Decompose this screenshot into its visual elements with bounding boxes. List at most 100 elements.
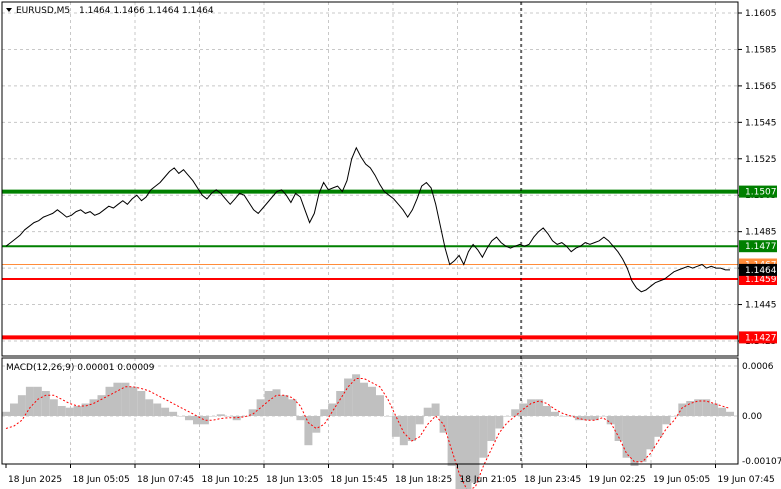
time-tick-label: 19 Jun 05:05 [653, 475, 710, 485]
macd-bar [654, 416, 663, 437]
macd-bar [368, 386, 376, 416]
macd-bar [105, 386, 114, 416]
macd-bar [487, 416, 496, 441]
macd-bar [598, 416, 607, 417]
price-tick-label: 1.1565 [745, 82, 777, 92]
macd-bar [391, 416, 400, 437]
time-tick-label: 18 Jun 07:45 [137, 475, 194, 485]
macd-bar [216, 414, 225, 416]
level-tag-1.1507: 1.1507 [745, 188, 777, 198]
macd-bar [551, 411, 559, 416]
symbol-timeframe: EURUSD,M5 [16, 6, 70, 16]
macd-bar [169, 411, 178, 416]
macd-bar [320, 409, 329, 416]
ohlc-values: 1.1464 1.1466 1.1464 1.1464 [79, 6, 214, 16]
time-tick-label: 18 Jun 15:45 [331, 475, 388, 485]
macd-bar [376, 395, 384, 416]
macd-bar [57, 406, 66, 416]
macd-bar [113, 382, 122, 416]
macd-bar [153, 403, 162, 416]
macd-bar [670, 416, 679, 417]
price-tick-label: 1.1585 [745, 45, 777, 55]
price-tick-label: 1.1445 [745, 301, 777, 311]
macd-bar [582, 416, 591, 421]
macd-bar [200, 416, 209, 425]
macd-bar [471, 416, 480, 483]
macd-bar [344, 378, 353, 416]
macd-bar [678, 403, 687, 416]
macd-bar [304, 416, 313, 446]
time-tick-label: 18 Jun 21:05 [460, 475, 517, 485]
macd-bar [137, 391, 146, 416]
macd-bar [49, 399, 58, 416]
macd-bar [161, 407, 170, 416]
macd-bar [2, 411, 10, 416]
macd-bar [503, 416, 512, 417]
macd-bar [360, 382, 368, 416]
macd-bar [17, 395, 26, 416]
macd-bar [296, 416, 305, 421]
macd-bar [288, 399, 297, 416]
macd-bar [686, 401, 695, 416]
time-tick-label: 19 Jun 02:25 [589, 475, 646, 485]
macd-title: MACD(12,26,9) 0.00001 0.00009 [6, 363, 155, 373]
macd-bar [399, 416, 408, 446]
macd-bar [423, 407, 432, 416]
macd-bar [558, 416, 567, 417]
macd-bar [431, 403, 440, 416]
macd-bar [129, 386, 138, 416]
macd-bar [439, 416, 448, 433]
level-tag-1.1427: 1.1427 [745, 333, 777, 343]
macd-bar [543, 406, 551, 416]
macd-tick-label: 0.0006 [742, 362, 774, 372]
price-tick-label: 1.1525 [745, 155, 777, 165]
macd-bar [718, 407, 727, 416]
macd-bar [224, 416, 233, 417]
macd-tick-label: 0.00 [742, 412, 762, 422]
macd-bar [33, 386, 42, 416]
level-tag-1.1477: 1.1477 [745, 242, 777, 252]
macd-bar [240, 416, 249, 417]
macd-bar [694, 399, 703, 416]
time-tick-label: 19 Jun 07:45 [718, 475, 775, 485]
time-tick-label: 18 Jun 18:25 [395, 475, 452, 485]
macd-bar [479, 416, 488, 458]
macd-bar [185, 416, 193, 421]
macd-bar [208, 416, 217, 417]
macd-bar [65, 407, 74, 416]
macd-bar [312, 416, 321, 433]
macd-bar [352, 374, 361, 416]
macd-bar [646, 416, 655, 450]
price-tick-label: 1.1545 [745, 118, 777, 128]
macd-bar [638, 416, 647, 462]
macd-bar [407, 416, 416, 441]
price-tick-label: 1.1605 [745, 9, 777, 19]
level-tag-1.1459: 1.1459 [745, 275, 777, 285]
macd-bar [177, 416, 186, 417]
macd-bar [527, 399, 536, 416]
macd-bar [383, 416, 392, 417]
macd-bar [519, 403, 528, 416]
macd-bar [622, 416, 631, 458]
macd-bar [328, 403, 337, 416]
macd-bar [726, 411, 734, 416]
macd-bar [89, 399, 98, 416]
chart-window[interactable]: 1.16051.15851.15651.15451.15251.15051.14… [0, 0, 781, 489]
macd-bar [10, 403, 18, 416]
macd-bar [272, 389, 281, 416]
time-tick-label: 18 Jun 10:25 [202, 475, 259, 485]
macd-bar [145, 399, 154, 416]
macd-bar [256, 399, 265, 416]
price-tick-label: 1.1485 [745, 228, 777, 238]
macd-bar [415, 416, 424, 425]
macd-bar [280, 395, 289, 416]
macd-tick-label: -0.00107 [742, 457, 781, 467]
macd-bar [511, 409, 520, 416]
macd-bar [710, 403, 719, 416]
time-tick-label: 18 Jun 2025 [8, 475, 62, 485]
macd-bar [662, 416, 671, 425]
time-tick-label: 18 Jun 23:45 [524, 475, 581, 485]
time-tick-label: 18 Jun 05:05 [73, 475, 130, 485]
time-tick-label: 18 Jun 13:05 [266, 475, 323, 485]
macd-bar [81, 403, 90, 416]
